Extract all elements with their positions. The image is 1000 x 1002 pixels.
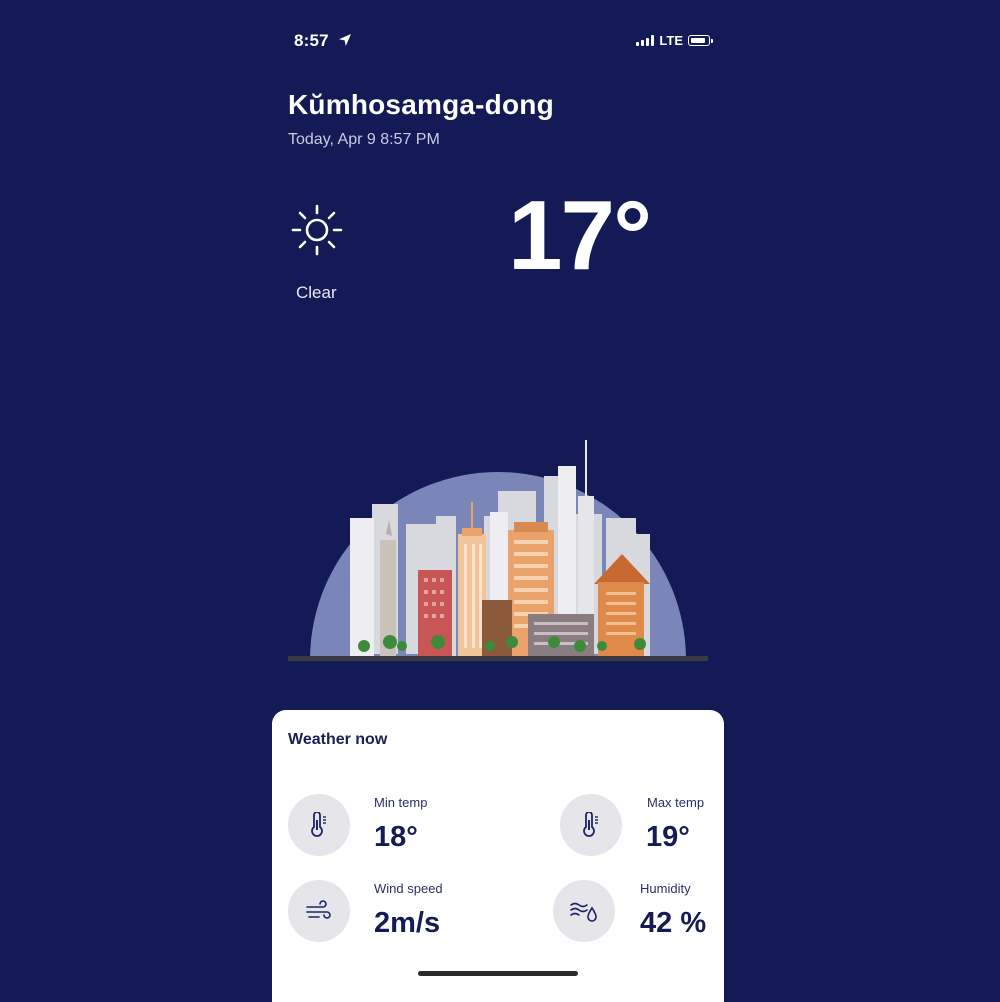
max-temp-label: Max temp: [647, 795, 705, 810]
min-temp-value: 18°: [374, 821, 418, 853]
thermometer-icon: [560, 794, 622, 856]
max-temp-value: 19°: [646, 821, 690, 853]
city-skyline-illustration: [286, 436, 710, 668]
signal-icon: [636, 35, 655, 46]
weather-now-card: Weather now Min temp 18° Max temp 19° Wi…: [272, 710, 724, 1002]
wind-speed-value: 2m/s: [374, 907, 441, 939]
battery-icon: [688, 35, 713, 46]
min-temp-label: Min temp: [374, 795, 428, 810]
home-indicator[interactable]: [418, 971, 578, 976]
weather-app: 8:57 LTE Kŭmhosamga-dong Today, Apr 9 8:…: [272, 0, 724, 1002]
status-time-text: 8:57: [294, 31, 329, 50]
current-temperature: 17°: [508, 180, 652, 290]
city-name: Kŭmhosamga-dong: [288, 89, 554, 120]
thermometer-icon: [288, 794, 350, 856]
humidity-icon: [553, 880, 615, 942]
card-title: Weather now: [288, 731, 388, 748]
status-time: 8:57: [294, 31, 352, 52]
date-time: Today, Apr 9 8:57 PM: [288, 131, 440, 148]
condition-label: Clear: [296, 283, 337, 302]
status-indicators: LTE: [636, 33, 713, 48]
humidity-label: Humidity: [640, 881, 691, 896]
location-arrow-icon: [338, 32, 352, 52]
wind-speed-label: Wind speed: [374, 881, 443, 896]
network-label: LTE: [659, 33, 683, 48]
wind-icon: [288, 880, 350, 942]
humidity-value: 42 %: [640, 907, 707, 939]
sun-icon: [290, 203, 344, 257]
